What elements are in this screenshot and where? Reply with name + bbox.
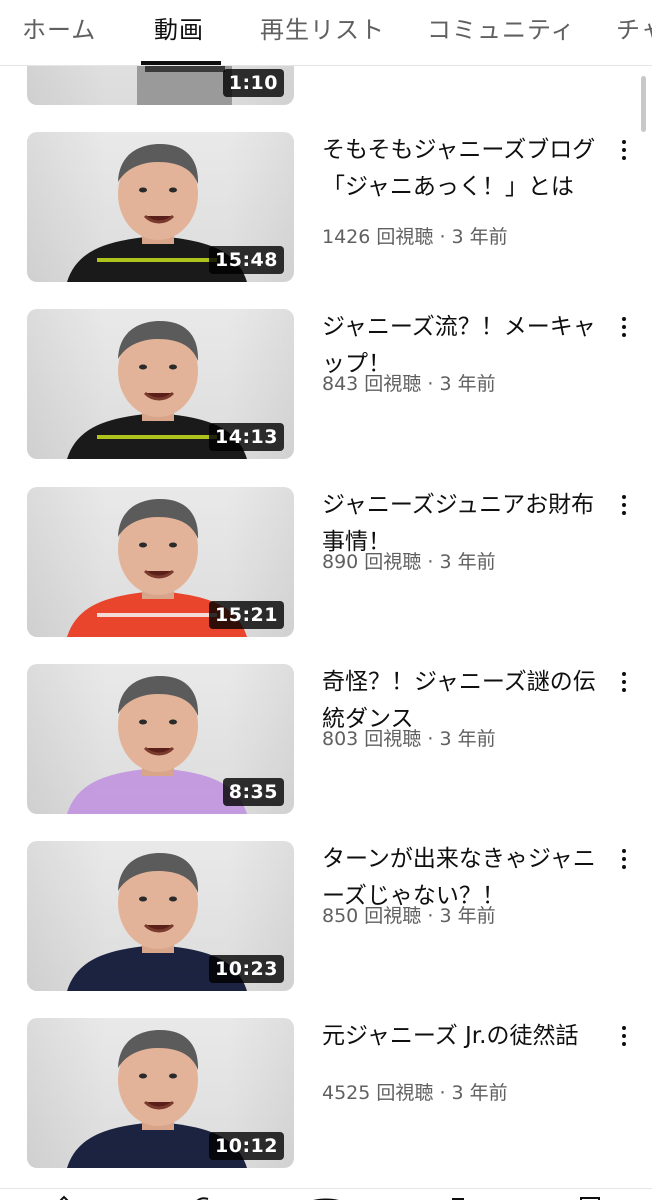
video-thumbnail[interactable]: 10:23 [27, 841, 294, 991]
tab-channels[interactable]: チャ [616, 10, 652, 44]
home-icon[interactable] [52, 1195, 76, 1200]
scrollbar[interactable] [641, 76, 646, 132]
more-options-icon[interactable] [612, 136, 636, 164]
video-row[interactable]: 10:12 元ジャニーズ Jr.の徒然話 4525 回視聴 · 3 年前 [0, 1018, 652, 1170]
tab-community[interactable]: コミュニティ [427, 10, 576, 44]
video-duration: 1:10 [222, 69, 284, 97]
video-duration: 15:48 [209, 246, 284, 274]
channel-tabs: ホーム 動画 再生リスト コミュニティ チャ [0, 0, 652, 66]
more-options-icon[interactable] [612, 1022, 636, 1050]
view-count: 1426 回視聴 [322, 226, 434, 248]
video-row[interactable]: 15:48 そもそもジャニーズブログ「ジャニあっく！」とは 1426 回視聴 · 3… [0, 132, 652, 284]
metadata-separator: · [433, 226, 452, 248]
more-options-icon[interactable] [612, 313, 636, 341]
video-duration: 10:23 [209, 955, 284, 983]
video-metadata: 4525 回視聴 · 3 年前 [322, 1078, 604, 1105]
view-count: 843 回視聴 [322, 373, 422, 395]
video-thumbnail[interactable]: 10:12 [27, 1018, 294, 1168]
subscriptions-icon[interactable] [446, 1195, 470, 1200]
metadata-separator: · [421, 905, 440, 927]
view-count: 850 回視聴 [322, 905, 422, 927]
video-thumbnail[interactable]: 14:13 [27, 309, 294, 459]
video-metadata: 890 回視聴 · 3 年前 [322, 547, 604, 574]
metadata-separator: · [421, 373, 440, 395]
video-row[interactable]: 15:21 ジャニーズジュニアお財布事情！ 890 回視聴 · 3 年前 [0, 487, 652, 639]
upload-age: 3 年前 [451, 226, 508, 248]
upload-age: 3 年前 [451, 1082, 508, 1104]
video-thumbnail[interactable]: 15:48 [27, 132, 294, 282]
tab-playlists[interactable]: 再生リスト [260, 10, 385, 44]
video-metadata: 803 回視聴 · 3 年前 [322, 724, 604, 751]
create-icon[interactable] [302, 1195, 350, 1200]
more-options-icon[interactable] [612, 668, 636, 696]
video-thumbnail[interactable]: 15:21 [27, 487, 294, 637]
library-icon[interactable] [578, 1195, 602, 1200]
video-list: 1:10 15:48 そもそもジャニーズブログ「ジャニあっく！」とは 1426 回視… [0, 0, 652, 1200]
video-duration: 14:13 [209, 423, 284, 451]
video-title[interactable]: 元ジャニーズ Jr.の徒然話 [322, 1018, 604, 1055]
upload-age: 3 年前 [439, 373, 496, 395]
video-duration: 8:35 [222, 778, 284, 806]
more-options-icon[interactable] [612, 491, 636, 519]
video-thumbnail[interactable]: 8:35 [27, 664, 294, 814]
view-count: 4525 回視聴 [322, 1082, 434, 1104]
view-count: 890 回視聴 [322, 551, 422, 573]
tab-home[interactable]: ホーム [22, 10, 96, 44]
video-row[interactable]: 10:23 ターンが出来なきゃジャニーズじゃない？！ 850 回視聴 · 3 年前 [0, 841, 652, 993]
upload-age: 3 年前 [439, 551, 496, 573]
video-metadata: 843 回視聴 · 3 年前 [322, 369, 604, 396]
video-duration: 15:21 [209, 601, 284, 629]
bottom-navigation [0, 1188, 652, 1200]
active-tab-indicator [141, 61, 221, 65]
tab-videos[interactable]: 動画 [154, 10, 204, 44]
upload-age: 3 年前 [439, 905, 496, 927]
video-metadata: 1426 回視聴 · 3 年前 [322, 222, 604, 249]
shorts-icon[interactable] [188, 1195, 212, 1200]
view-count: 803 回視聴 [322, 728, 422, 750]
metadata-separator: · [433, 1082, 452, 1104]
video-title[interactable]: そもそもジャニーズブログ「ジャニあっく！」とは [322, 132, 604, 206]
video-duration: 10:12 [209, 1132, 284, 1160]
video-row[interactable]: 8:35 奇怪？！ジャニーズ謎の伝統ダンス 803 回視聴 · 3 年前 [0, 664, 652, 816]
video-metadata: 850 回視聴 · 3 年前 [322, 901, 604, 928]
upload-age: 3 年前 [439, 728, 496, 750]
video-row[interactable]: 14:13 ジャニーズ流？！メーキャップ！ 843 回視聴 · 3 年前 [0, 309, 652, 461]
metadata-separator: · [421, 728, 440, 750]
more-options-icon[interactable] [612, 845, 636, 873]
metadata-separator: · [421, 551, 440, 573]
